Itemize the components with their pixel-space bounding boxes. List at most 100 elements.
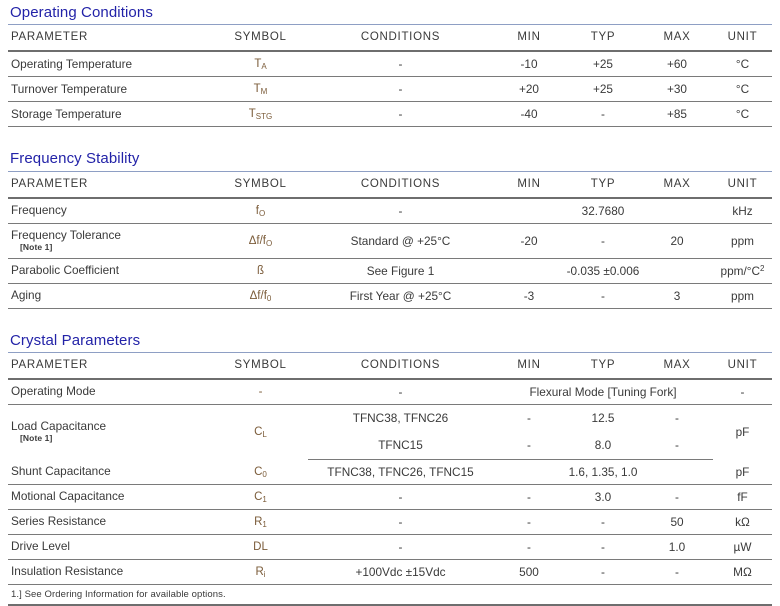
table-crystal-parameters: PARAMETER SYMBOL CONDITIONS MIN TYP MAX … (8, 352, 772, 585)
symbol-base: R (255, 565, 264, 578)
cell-typ: - (565, 223, 641, 259)
cell-min: - (493, 484, 565, 510)
cell-conditions: - (308, 76, 493, 103)
cell-unit: MΩ (713, 559, 772, 585)
cell-min: -20 (493, 223, 565, 259)
symbol-subscript: 1 (262, 519, 267, 529)
table-operating-conditions: PARAMETER SYMBOL CONDITIONS MIN TYP MAX … (8, 25, 772, 128)
cell-parameter: Parabolic Coefficient (8, 258, 213, 284)
section-title-frequency-stability: Frequency Stability (8, 146, 772, 172)
cell-parameter: Storage Temperature (8, 101, 213, 128)
cell-min: -40 (493, 101, 565, 128)
table-row: Frequency Tolerance [Note 1] Δf/fO Standa… (8, 223, 772, 259)
column-header-conditions: CONDITIONS (308, 171, 493, 199)
table-frequency-stability: PARAMETER SYMBOL CONDITIONS MIN TYP MAX … (8, 171, 772, 309)
table-row: Load Capacitance [Note 1] CL TFNC38, TFNC… (8, 404, 772, 443)
symbol-subscript: STG (255, 112, 273, 121)
cell-symbol: ß (213, 258, 308, 284)
cell-unit: µW (713, 534, 772, 560)
column-header-parameter: PARAMETER (8, 171, 213, 199)
table-row: Motional Capacitance C1 - - 3.0 - fF (8, 484, 772, 510)
section-operating-conditions: Operating Conditions PARAMETER SYMBOL CO… (8, 0, 772, 128)
column-header-typ: TYP (565, 25, 641, 53)
section-title-crystal-parameters: Crystal Parameters (8, 328, 772, 353)
cell-parameter: Frequency (8, 197, 213, 224)
cell-typ: 8.0 (565, 431, 641, 460)
cell-max: - (675, 411, 679, 426)
cell-max (641, 197, 713, 224)
cell-parameter: Drive Level (8, 534, 213, 560)
cell-parameter: Load Capacitance [Note 1] (8, 404, 213, 459)
column-header-min: MIN (493, 25, 565, 53)
column-header-symbol: SYMBOL (213, 25, 308, 53)
symbol-subscript: i (263, 569, 266, 579)
cell-conditions: - (308, 101, 493, 128)
cell-unit: ppm/°C2 (713, 258, 772, 284)
section-crystal-parameters: Crystal Parameters PARAMETER SYMBOL COND… (8, 328, 772, 606)
cell-parameter: Frequency Tolerance [Note 1] (8, 223, 213, 259)
cell-unit: pF (735, 425, 750, 439)
symbol-subscript: O (266, 238, 273, 248)
column-header-symbol: SYMBOL (213, 352, 308, 380)
table-footnote: 1.] See Ordering Information for availab… (8, 585, 772, 606)
cell-max: +60 (641, 51, 713, 78)
table-row: Storage Temperature TSTG - -40 - +85 °C (8, 101, 772, 128)
column-header-unit: UNIT (713, 25, 772, 53)
cell-symbol: R1 (213, 509, 308, 535)
cell-min: - (493, 431, 565, 460)
cell-min: - (493, 509, 565, 535)
symbol-subscript: O (258, 208, 266, 218)
column-header-min: MIN (493, 171, 565, 199)
cell-min (493, 197, 565, 224)
cell-symbol: Δf/f0 (213, 283, 308, 309)
table-row: Series Resistance R1 - - - 50 kΩ (8, 509, 772, 535)
symbol-subscript: 0 (262, 469, 267, 479)
column-header-typ: TYP (565, 171, 641, 199)
cell-span-value: Flexural Mode [Tuning Fork] (493, 378, 713, 405)
column-header-min: MIN (493, 352, 565, 380)
cell-min: -3 (493, 283, 565, 309)
table-row: Parabolic Coefficient ß See Figure 1 -0.… (8, 258, 772, 284)
cell-conditions: See Figure 1 (308, 258, 493, 284)
column-header-typ: TYP (565, 352, 641, 380)
symbol-subscript: L (262, 429, 267, 439)
cell-unit: °C (713, 76, 772, 103)
cell-conditions: - (308, 534, 493, 560)
cell-conditions: - (308, 484, 493, 510)
symbol-subscript: M (260, 87, 268, 96)
cell-max: 20 (641, 223, 713, 259)
symbol-base: Δf/f (248, 234, 267, 247)
cell-conditions: - (308, 509, 493, 535)
cell-unit: kΩ (713, 509, 772, 535)
cell-unit: °C (713, 51, 772, 78)
cell-typ: - (565, 509, 641, 535)
cell-symbol: TA (213, 51, 308, 78)
cell-conditions: Standard @ +25°C (308, 223, 493, 259)
cell-parameter: Turnover Temperature (8, 76, 213, 103)
symbol-base: T (253, 83, 261, 96)
column-header-parameter: PARAMETER (8, 25, 213, 53)
table-row: Insulation Resistance Ri +100Vdc ±15Vdc … (8, 559, 772, 585)
unit-superscript: 2 (760, 263, 765, 273)
cell-symbol: DL (213, 534, 308, 560)
cell-unit: ppm (713, 283, 772, 309)
table-header-row: PARAMETER SYMBOL CONDITIONS MIN TYP MAX … (8, 171, 772, 199)
cell-symbol: TSTG (213, 101, 308, 128)
table-row: Shunt Capacitance C0 TFNC38, TFNC26, TFN… (8, 459, 772, 485)
cell-symbol: C0 (213, 459, 308, 485)
table-row: Frequency fO - 32.7680 kHz (8, 197, 772, 224)
cell-unit: kHz (713, 197, 772, 224)
symbol-base: ß (256, 264, 265, 277)
cell-symbol: TM (213, 76, 308, 103)
cell-min: - (527, 411, 531, 426)
unit-base: ppm/°C (720, 263, 760, 278)
column-header-max: MAX (641, 352, 713, 380)
cell-min: +20 (493, 76, 565, 103)
table-row: Operating Temperature TA - -10 +25 +60 °… (8, 51, 772, 78)
cell-symbol: Ri (213, 559, 308, 585)
cell-conditions: First Year @ +25°C (308, 283, 493, 309)
cell-max: - (641, 431, 713, 460)
cell-max: - (641, 484, 713, 510)
cell-unit: - (713, 378, 772, 405)
cell-conditions: +100Vdc ±15Vdc (308, 559, 493, 585)
